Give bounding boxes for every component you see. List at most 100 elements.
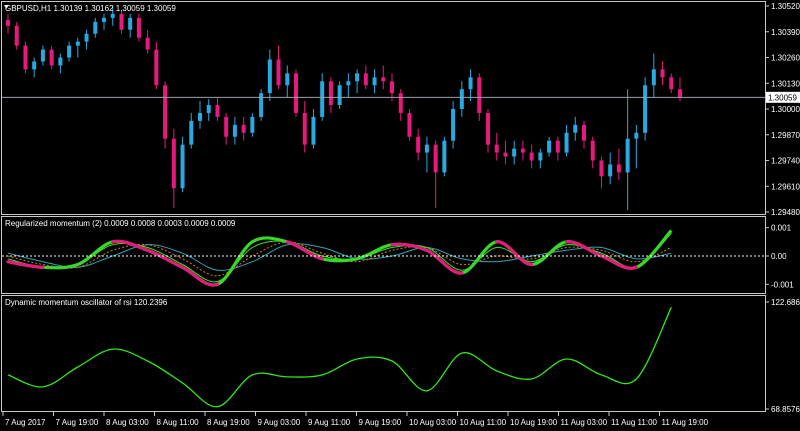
- time-tick-label: 7 Aug 2017: [5, 418, 46, 427]
- candle-body: [232, 124, 237, 137]
- price-tick-label: 1.29870: [771, 131, 800, 140]
- candle-body: [180, 144, 185, 189]
- candle-body: [468, 77, 473, 90]
- candle-body: [608, 164, 613, 177]
- time-tick-label: 11 Aug 11:00: [611, 418, 658, 427]
- candle-body: [198, 112, 202, 121]
- time-tick-label: 11 Aug 03:00: [561, 418, 608, 427]
- candle-body: [520, 148, 525, 153]
- candle-body: [660, 69, 665, 78]
- candle-body: [651, 69, 656, 86]
- candle-body: [381, 77, 386, 82]
- candle-body: [320, 81, 325, 117]
- candle-body: [302, 112, 307, 145]
- momentum-panel-title: Regularized momentum (2) 0.0009 0.0008 0…: [5, 219, 236, 228]
- candle-body: [163, 85, 168, 139]
- candle-body: [259, 93, 264, 117]
- candle-body: [424, 144, 429, 153]
- time-tick-label: 10 Aug 11:00: [460, 418, 507, 427]
- time-tick-label: 9 Aug 11:00: [308, 418, 351, 427]
- candle-body: [529, 152, 534, 161]
- candle-body: [154, 49, 159, 86]
- candle-body: [625, 138, 630, 173]
- candle-body: [494, 144, 499, 153]
- candle-body: [590, 140, 595, 161]
- candle-body: [398, 93, 403, 113]
- candle-body: [311, 116, 316, 145]
- candle-body: [241, 124, 246, 133]
- candle-body: [555, 140, 560, 153]
- candle-body: [267, 59, 272, 94]
- candle-body: [189, 120, 194, 145]
- candle-body: [390, 81, 394, 94]
- price-tick-label: 1.30000: [771, 105, 800, 114]
- candle-body: [477, 77, 482, 113]
- candle-body: [573, 124, 578, 133]
- candle-body: [643, 85, 648, 133]
- candle-body: [564, 132, 569, 153]
- candle-body: [145, 37, 150, 50]
- price-tick-label: 1.29480: [771, 208, 800, 217]
- candle-body: [538, 152, 543, 161]
- candle-body: [206, 105, 211, 113]
- candle-body: [634, 132, 639, 139]
- chart-canvas: 1.30520 1.30390 1.30260 1.30130 1.30000 1.298…: [0, 0, 800, 431]
- candle-body: [285, 73, 290, 86]
- candle-body: [102, 17, 106, 22]
- candle-body: [407, 112, 412, 137]
- candle-body: [337, 85, 342, 106]
- candle-body: [75, 41, 80, 46]
- momentum-tick-label: 0.001: [771, 224, 792, 233]
- candle-body: [294, 73, 298, 113]
- candle-body: [547, 140, 552, 153]
- momentum-tick-label: -0.001: [771, 280, 794, 289]
- candle-body: [128, 17, 133, 30]
- candle-body: [346, 81, 351, 86]
- candle-body: [355, 73, 360, 82]
- time-tick-label: 10 Aug 03:00: [409, 418, 457, 427]
- candle-body: [84, 33, 89, 42]
- osc-tick-label: 68.8576: [771, 405, 800, 414]
- candle-body: [224, 116, 229, 137]
- time-tick-label: 7 Aug 19:00: [56, 418, 99, 427]
- chart-background: [0, 0, 800, 431]
- candle-body: [14, 25, 19, 46]
- candle-body: [328, 81, 333, 106]
- time-tick-label: 8 Aug 03:00: [106, 418, 149, 427]
- main-panel-title: GBPUSD,H1 1.30139 1.30162 1.30059 1.3005…: [5, 4, 176, 13]
- candle-body: [49, 49, 54, 66]
- time-tick-label: 9 Aug 19:00: [359, 418, 402, 427]
- price-tick-label: 1.30260: [771, 54, 800, 63]
- price-tick-label: 1.29740: [771, 157, 800, 166]
- main-price-axis: 1.30520 1.30390 1.30260 1.30130 1.30000 1.298…: [765, 2, 800, 217]
- candle-body: [67, 45, 72, 58]
- candle-body: [276, 59, 281, 86]
- time-tick-label: 8 Aug 19:00: [207, 418, 250, 427]
- momentum-tick-label: 0.00: [771, 252, 787, 261]
- candle-body: [442, 140, 447, 173]
- candle-body: [599, 160, 604, 177]
- price-tick-label: 1.30390: [771, 28, 800, 37]
- osc-panel-title: Dynamic momentum oscillator of rsi 120.2…: [5, 298, 168, 307]
- price-tick-label: 1.30130: [771, 79, 800, 88]
- candle-body: [582, 124, 586, 141]
- candle-body: [93, 21, 98, 34]
- candle-body: [23, 45, 28, 70]
- candle-body: [459, 89, 464, 109]
- candle-body: [616, 164, 621, 173]
- candle-body: [503, 152, 508, 157]
- time-tick-label: 10 Aug 19:00: [510, 418, 558, 427]
- candle-body: [678, 89, 682, 98]
- candle-body: [433, 144, 438, 173]
- time-tick-label: 8 Aug 11:00: [157, 418, 200, 427]
- time-tick-label: 9 Aug 03:00: [258, 418, 301, 427]
- candle-body: [372, 77, 377, 86]
- candle-body: [6, 19, 10, 26]
- candle-body: [250, 116, 255, 133]
- candle-body: [32, 61, 37, 70]
- candle-body: [416, 136, 421, 153]
- candle-body: [40, 49, 45, 62]
- candle-body: [363, 73, 368, 86]
- time-tick-label: 11 Aug 19:00: [662, 418, 709, 427]
- osc-tick-label: 122.6863: [771, 298, 800, 307]
